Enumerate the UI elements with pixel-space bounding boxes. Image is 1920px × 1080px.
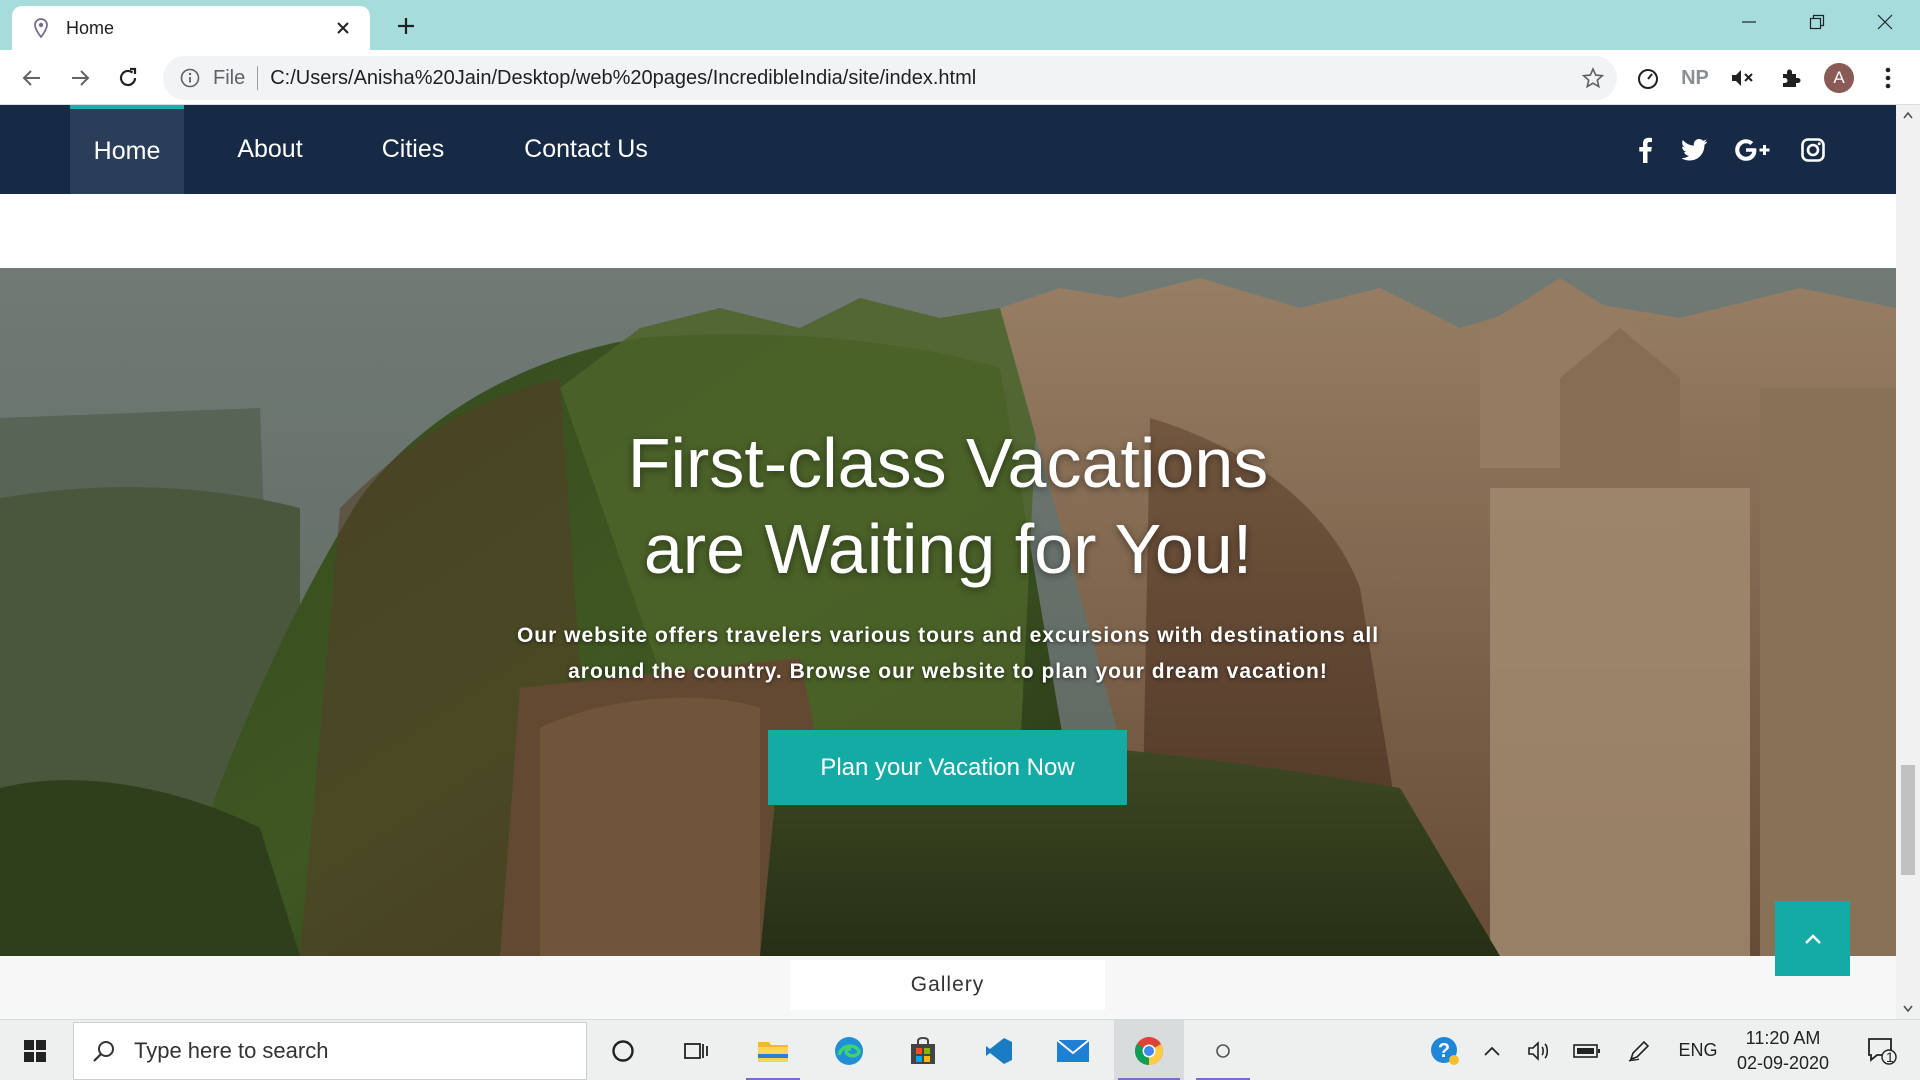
browser-tab-home[interactable]: Home bbox=[12, 6, 370, 50]
battery-icon[interactable] bbox=[1566, 1020, 1608, 1080]
help-icon[interactable]: ? bbox=[1422, 1020, 1468, 1080]
google-plus-icon[interactable] bbox=[1730, 127, 1776, 173]
mute-icon[interactable] bbox=[1723, 58, 1763, 98]
page-viewport: Home About Cities Contact Us First-class… bbox=[0, 105, 1896, 1019]
browser-tabstrip: Home bbox=[0, 0, 1920, 50]
hero-background-image bbox=[0, 268, 1896, 956]
taskbar-search-placeholder: Type here to search bbox=[134, 1038, 329, 1063]
profile-avatar-button[interactable]: A bbox=[1819, 58, 1859, 98]
restore-icon[interactable] bbox=[1788, 0, 1846, 44]
browser-tab-title: Home bbox=[66, 17, 115, 38]
gallery-tab[interactable]: Gallery bbox=[790, 960, 1105, 1010]
kebab-menu-icon[interactable] bbox=[1868, 58, 1908, 98]
reload-icon[interactable] bbox=[108, 58, 148, 98]
info-icon[interactable] bbox=[179, 67, 201, 89]
windows-start-icon[interactable] bbox=[0, 1020, 70, 1080]
np-extension-button[interactable]: NP bbox=[1675, 58, 1715, 98]
location-pin-icon bbox=[32, 18, 50, 38]
search-icon bbox=[93, 1041, 114, 1062]
app-circle-icon[interactable] bbox=[1192, 1020, 1254, 1080]
notification-count: 1 bbox=[1886, 1049, 1894, 1065]
taskbar-clock[interactable]: 11:20 AM 02-09-2020 bbox=[1718, 1026, 1848, 1076]
vscode-icon[interactable] bbox=[968, 1020, 1030, 1080]
close-window-icon[interactable] bbox=[1856, 0, 1914, 44]
scroll-down-arrow-icon[interactable] bbox=[1896, 999, 1920, 1019]
chevron-up-icon[interactable] bbox=[1474, 1020, 1510, 1080]
hero-description: Our website offers travelers various tou… bbox=[0, 618, 1896, 690]
hero-text-line2: around the country. Browse our website t… bbox=[568, 660, 1328, 683]
chevron-up-icon bbox=[1804, 933, 1821, 944]
windows-taskbar: Type here to search ? ENG 11:20 AM 02-09… bbox=[0, 1019, 1920, 1080]
file-explorer-icon[interactable] bbox=[742, 1020, 804, 1080]
address-bar[interactable]: File C:/Users/Anisha%20Jain/Desktop/web%… bbox=[163, 56, 1617, 100]
notification-center-icon[interactable]: 1 bbox=[1852, 1020, 1912, 1080]
avatar: A bbox=[1824, 63, 1854, 93]
taskbar-search-box[interactable]: Type here to search bbox=[73, 1022, 587, 1080]
nav-about[interactable]: About bbox=[220, 105, 320, 194]
address-prefix: File bbox=[213, 66, 246, 89]
back-to-top-button[interactable] bbox=[1775, 901, 1850, 976]
scrollbar-thumb[interactable] bbox=[1901, 765, 1915, 875]
plan-vacation-button[interactable]: Plan your Vacation Now bbox=[768, 730, 1127, 805]
np-extension-label: NP bbox=[1681, 66, 1709, 89]
task-view-icon[interactable] bbox=[672, 1020, 722, 1080]
twitter-icon[interactable] bbox=[1672, 127, 1718, 173]
back-arrow-icon[interactable] bbox=[12, 58, 52, 98]
cortana-icon[interactable] bbox=[598, 1020, 648, 1080]
instagram-icon[interactable] bbox=[1790, 127, 1836, 173]
address-separator bbox=[257, 66, 259, 90]
volume-icon[interactable] bbox=[1518, 1020, 1560, 1080]
pen-icon[interactable] bbox=[1618, 1020, 1660, 1080]
close-tab-icon[interactable] bbox=[330, 15, 356, 41]
svg-text:?: ? bbox=[1438, 1040, 1450, 1062]
minimize-icon[interactable] bbox=[1720, 0, 1778, 44]
nav-contact-us[interactable]: Contact Us bbox=[506, 105, 666, 194]
chrome-icon[interactable] bbox=[1114, 1020, 1184, 1080]
address-url[interactable]: C:/Users/Anisha%20Jain/Desktop/web%20pag… bbox=[270, 67, 1573, 90]
hero-section: First-class Vacations are Waiting for Yo… bbox=[0, 268, 1896, 956]
speedometer-icon[interactable] bbox=[1628, 58, 1668, 98]
edge-browser-icon[interactable] bbox=[818, 1020, 880, 1080]
gallery-section: Gallery bbox=[0, 956, 1896, 1019]
clock-time: 11:20 AM bbox=[1745, 1028, 1821, 1048]
mail-icon[interactable] bbox=[1042, 1020, 1104, 1080]
forward-arrow-icon[interactable] bbox=[60, 58, 100, 98]
nav-cities[interactable]: Cities bbox=[363, 105, 463, 194]
hero-title: First-class Vacations are Waiting for Yo… bbox=[0, 420, 1896, 592]
facebook-icon[interactable] bbox=[1622, 127, 1668, 173]
site-navbar: Home About Cities Contact Us bbox=[0, 105, 1896, 194]
bookmark-star-icon[interactable] bbox=[1573, 58, 1613, 98]
microsoft-store-icon[interactable] bbox=[892, 1020, 954, 1080]
hero-title-line2: are Waiting for You! bbox=[643, 510, 1253, 588]
page-scrollbar[interactable] bbox=[1896, 105, 1920, 1019]
language-label: ENG bbox=[1678, 1040, 1718, 1060]
browser-toolbar: File C:/Users/Anisha%20Jain/Desktop/web%… bbox=[0, 50, 1920, 105]
hero-title-line1: First-class Vacations bbox=[627, 424, 1269, 502]
clock-date: 02-09-2020 bbox=[1736, 1053, 1830, 1073]
extensions-puzzle-icon[interactable] bbox=[1771, 58, 1811, 98]
nav-home[interactable]: Home bbox=[70, 105, 184, 194]
hero-text-line1: Our website offers travelers various tou… bbox=[516, 624, 1380, 647]
new-tab-icon[interactable] bbox=[390, 10, 422, 42]
scroll-up-arrow-icon[interactable] bbox=[1896, 105, 1920, 125]
